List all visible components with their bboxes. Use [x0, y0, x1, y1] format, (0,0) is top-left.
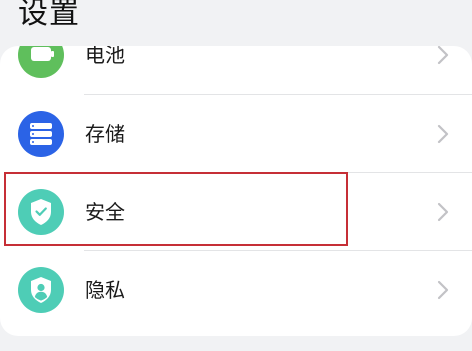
settings-item-label: 电池: [85, 46, 125, 67]
settings-item-battery[interactable]: 电池: [0, 46, 472, 94]
settings-item-label: 安全: [85, 200, 125, 224]
settings-item-privacy[interactable]: 隐私: [0, 251, 472, 329]
chevron-right-icon: [437, 46, 449, 65]
chevron-right-icon: [437, 124, 449, 144]
settings-item-label: 隐私: [85, 278, 125, 302]
battery-icon: [18, 46, 64, 78]
settings-card: 电池 存储 安全 隐私: [0, 46, 472, 336]
settings-item-security[interactable]: 安全: [0, 173, 472, 251]
security-shield-icon: [18, 189, 64, 235]
settings-item-storage[interactable]: 存储: [0, 95, 472, 173]
privacy-icon: [18, 267, 64, 313]
chevron-right-icon: [437, 280, 449, 300]
storage-icon: [18, 111, 64, 157]
chevron-right-icon: [437, 202, 449, 222]
page-title: 设置: [18, 0, 80, 31]
settings-item-label: 存储: [85, 122, 125, 146]
